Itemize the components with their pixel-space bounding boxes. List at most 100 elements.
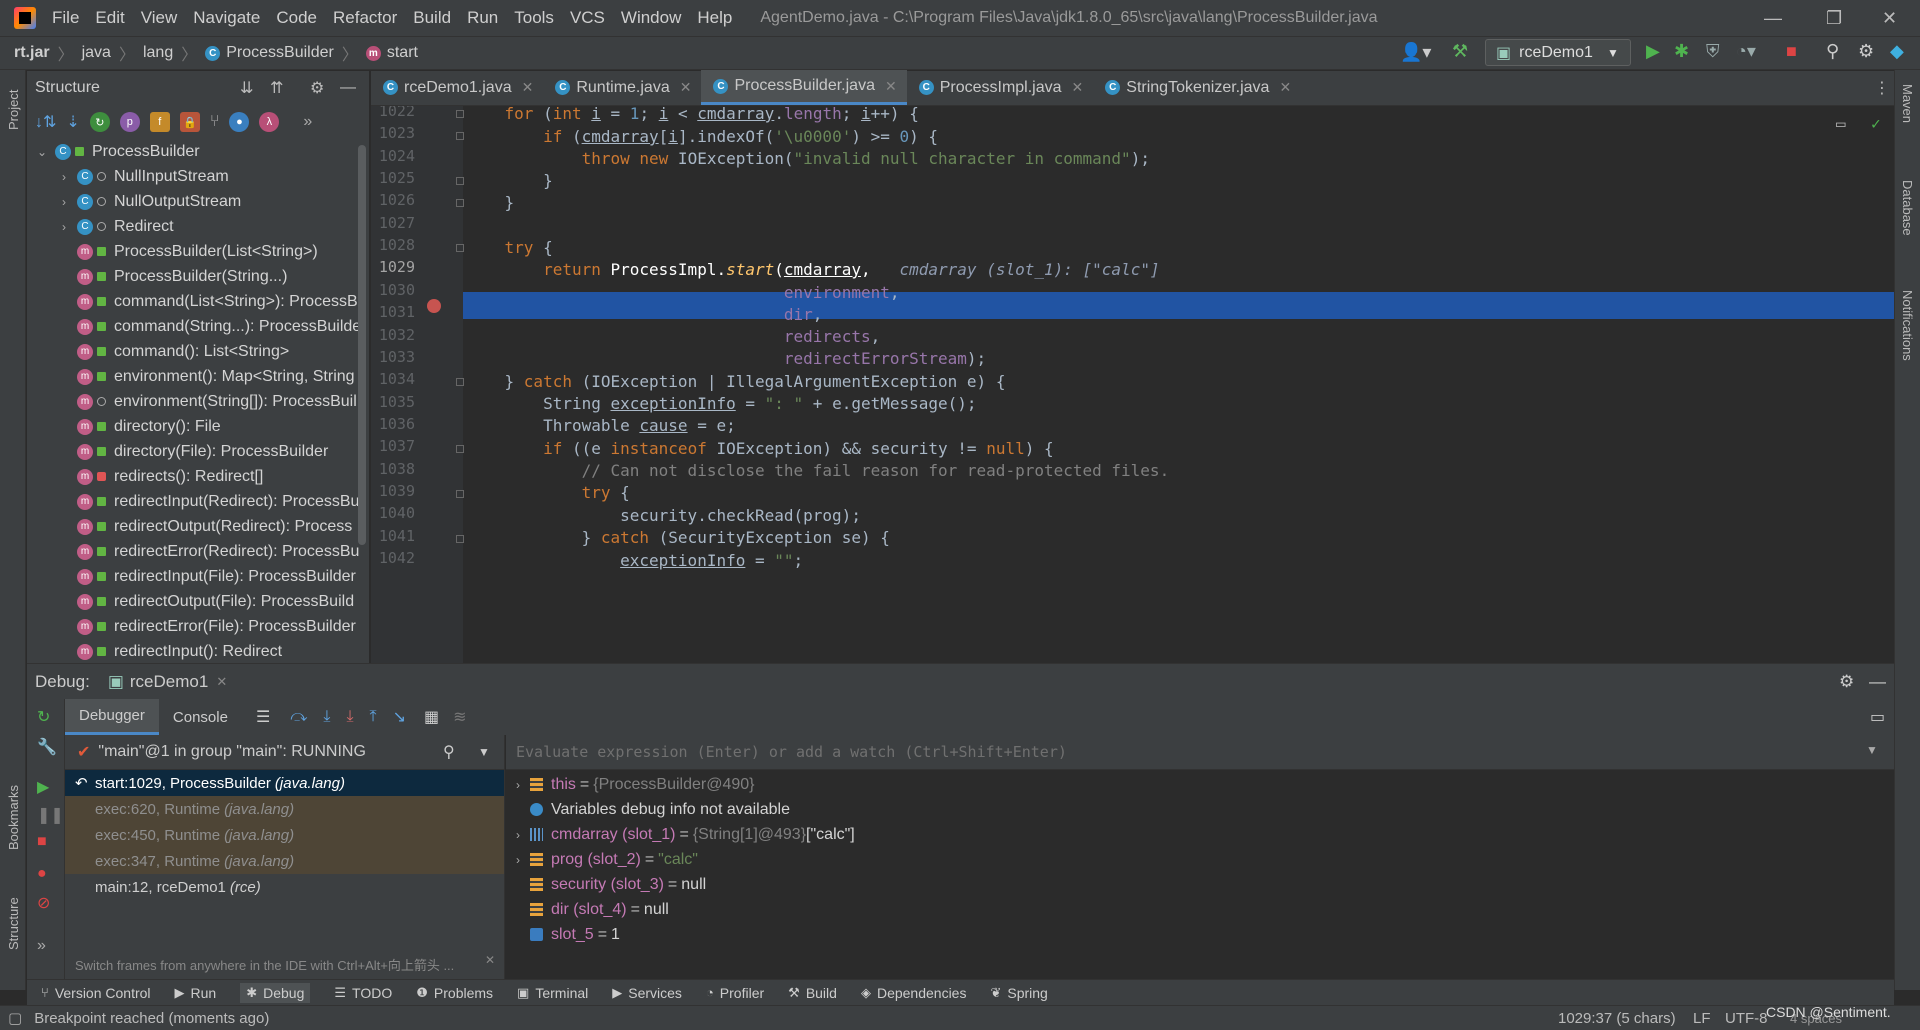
- variable-row[interactable]: Variables debug info not available: [506, 797, 1894, 822]
- gear-icon[interactable]: ⚙: [310, 78, 324, 98]
- line-number[interactable]: 1027: [371, 214, 415, 232]
- structure-tool-button[interactable]: Structure: [6, 897, 21, 950]
- file-encoding[interactable]: UTF-8: [1725, 1010, 1768, 1027]
- fold-marker-icon[interactable]: [456, 110, 464, 118]
- step-out-icon[interactable]: ⤒: [370, 708, 377, 726]
- tree-item[interactable]: m environment(): Map<String, String: [27, 364, 369, 389]
- tree-item[interactable]: m redirectError(File): ProcessBuilder: [27, 614, 369, 639]
- breadcrumb-class[interactable]: C ProcessBuilder: [205, 44, 334, 62]
- tab-processimpl-java[interactable]: C ProcessImpl.java ✕: [907, 70, 1094, 105]
- tool-version-control[interactable]: ⑂ Version Control: [41, 985, 151, 1001]
- menu-help[interactable]: Help: [697, 8, 732, 28]
- collapse-all-icon[interactable]: ⇈: [270, 78, 283, 98]
- view-breakpoints-icon[interactable]: ●: [37, 865, 47, 883]
- show-inherited-icon[interactable]: ↻: [89, 112, 110, 132]
- debug-settings-gear-icon[interactable]: ⚙: [1839, 672, 1854, 692]
- code-editor[interactable]: 1022 1023 1024 1025 1026 1027 1028 1029 1030 1031…: [371, 106, 1894, 663]
- debug-session-tab[interactable]: rceDemo1: [130, 672, 208, 692]
- line-number[interactable]: 1028: [371, 236, 415, 254]
- close-tab-icon[interactable]: ✕: [522, 79, 534, 96]
- status-toggle-icon[interactable]: ▢: [8, 1009, 22, 1027]
- stack-frame[interactable]: exec:347, Runtime (java.lang): [65, 848, 504, 874]
- editor-gutter[interactable]: 1022 1023 1024 1025 1026 1027 1028 1029 1030 1031…: [371, 106, 464, 663]
- tree-item[interactable]: m ProcessBuilder(String...): [27, 264, 369, 289]
- tree-item[interactable]: m directory(): File: [27, 414, 369, 439]
- stack-frame[interactable]: exec:620, Runtime (java.lang): [65, 796, 504, 822]
- hide-debug-icon[interactable]: —: [1869, 672, 1886, 692]
- tool-terminal[interactable]: ▣ Terminal: [517, 985, 588, 1001]
- line-number[interactable]: 1024: [371, 147, 415, 165]
- tree-item[interactable]: m redirectError(Redirect): ProcessBu: [27, 539, 369, 564]
- chevron-down-icon[interactable]: ▼: [478, 745, 490, 759]
- close-tab-icon[interactable]: ✕: [680, 79, 692, 96]
- more-actions-icon[interactable]: »: [37, 937, 46, 955]
- line-number[interactable]: 1022: [371, 106, 415, 120]
- tree-item[interactable]: m redirectInput(): Redirect: [27, 639, 369, 664]
- filter-icon[interactable]: ⚲: [443, 742, 455, 762]
- chevron-right-icon[interactable]: ›: [57, 220, 71, 234]
- breakpoint-icon[interactable]: [427, 299, 441, 313]
- stack-frame[interactable]: exec:450, Runtime (java.lang): [65, 822, 504, 848]
- tree-item[interactable]: ⌄ C ProcessBuilder: [27, 139, 369, 164]
- line-number[interactable]: 1035: [371, 393, 415, 411]
- tree-item[interactable]: m redirectOutput(File): ProcessBuild: [27, 589, 369, 614]
- tree-item[interactable]: m ProcessBuilder(List<String>): [27, 239, 369, 264]
- run-to-cursor-icon[interactable]: ↘: [393, 707, 406, 727]
- fold-marker-icon[interactable]: [456, 489, 464, 498]
- evaluate-expression-input[interactable]: Evaluate expression (Enter) or add a wat…: [506, 735, 1894, 770]
- trace-icon[interactable]: ≋: [453, 707, 466, 727]
- show-lambdas-icon[interactable]: λ: [259, 112, 280, 132]
- reader-mode-icon[interactable]: ▭: [1836, 114, 1846, 133]
- menu-code[interactable]: Code: [276, 8, 317, 28]
- line-number[interactable]: 1025: [371, 169, 415, 187]
- tree-item[interactable]: › C Redirect: [27, 214, 369, 239]
- show-non-public-icon[interactable]: 🔒: [179, 112, 200, 132]
- line-number[interactable]: 1033: [371, 348, 415, 366]
- chevron-right-icon[interactable]: ›: [506, 778, 530, 792]
- variable-row[interactable]: › cmdarray (slot_1) = {String[1]@493} ["cal…: [506, 822, 1894, 847]
- tree-item[interactable]: m redirectOutput(Redirect): Process: [27, 514, 369, 539]
- profile-icon[interactable]: ◔▾: [1736, 41, 1756, 62]
- tree-item[interactable]: m environment(String[]): ProcessBuil: [27, 389, 369, 414]
- chevron-down-icon[interactable]: ▼: [1866, 743, 1878, 757]
- menu-file[interactable]: File: [52, 8, 79, 28]
- fold-marker-icon[interactable]: [456, 445, 464, 454]
- chevron-right-icon[interactable]: ›: [57, 195, 71, 209]
- tab-console[interactable]: Console: [159, 699, 242, 735]
- fold-marker-icon[interactable]: [456, 132, 464, 141]
- modify-config-icon[interactable]: 🔧: [37, 737, 57, 757]
- tree-item[interactable]: m redirectInput(Redirect): ProcessBu: [27, 489, 369, 514]
- line-number[interactable]: 1029: [371, 258, 415, 276]
- tab-options-icon[interactable]: ⋮: [1874, 78, 1890, 98]
- more-icon[interactable]: »: [303, 113, 312, 131]
- breadcrumb-method[interactable]: m start: [365, 44, 418, 62]
- variable-row[interactable]: slot_5 = 1: [506, 922, 1894, 947]
- menu-edit[interactable]: Edit: [95, 8, 124, 28]
- variable-row[interactable]: security (slot_3) = null: [506, 872, 1894, 897]
- line-number[interactable]: 1030: [371, 281, 415, 299]
- close-session-icon[interactable]: ✕: [216, 674, 227, 690]
- chevron-down-icon[interactable]: ⌄: [35, 145, 49, 159]
- structure-scrollbar[interactable]: [358, 145, 366, 545]
- close-tab-icon[interactable]: ✕: [885, 78, 897, 95]
- breadcrumb-lang[interactable]: lang: [143, 44, 173, 62]
- project-tool-button[interactable]: Project: [6, 90, 21, 130]
- force-step-into-icon[interactable]: ⤓: [346, 708, 353, 726]
- line-number[interactable]: 1041: [371, 527, 415, 545]
- line-number[interactable]: 1031: [371, 303, 415, 321]
- line-number[interactable]: 1042: [371, 549, 415, 567]
- tab-rcedemo1-java[interactable]: CrceDemo1.java ✕: [371, 70, 543, 105]
- build-hammer-icon[interactable]: ⚒: [1452, 41, 1468, 62]
- resume-icon[interactable]: ▶: [37, 777, 49, 797]
- show-fields-icon[interactable]: f: [149, 112, 170, 132]
- chevron-right-icon[interactable]: ›: [506, 853, 530, 867]
- close-window-icon[interactable]: ✕: [1882, 8, 1897, 29]
- hide-icon[interactable]: —: [340, 79, 356, 97]
- tool-todo[interactable]: ☰ TODO: [334, 985, 392, 1001]
- thread-selector[interactable]: ✔ "main"@1 in group "main": RUNNING ⚲ ▼: [65, 735, 504, 770]
- menu-vcs[interactable]: VCS: [570, 8, 605, 28]
- layout-icon[interactable]: ☰: [256, 707, 270, 727]
- close-tab-icon[interactable]: ✕: [1279, 79, 1291, 96]
- line-number[interactable]: 1034: [371, 370, 415, 388]
- tool-build[interactable]: ⚒ Build: [788, 985, 837, 1001]
